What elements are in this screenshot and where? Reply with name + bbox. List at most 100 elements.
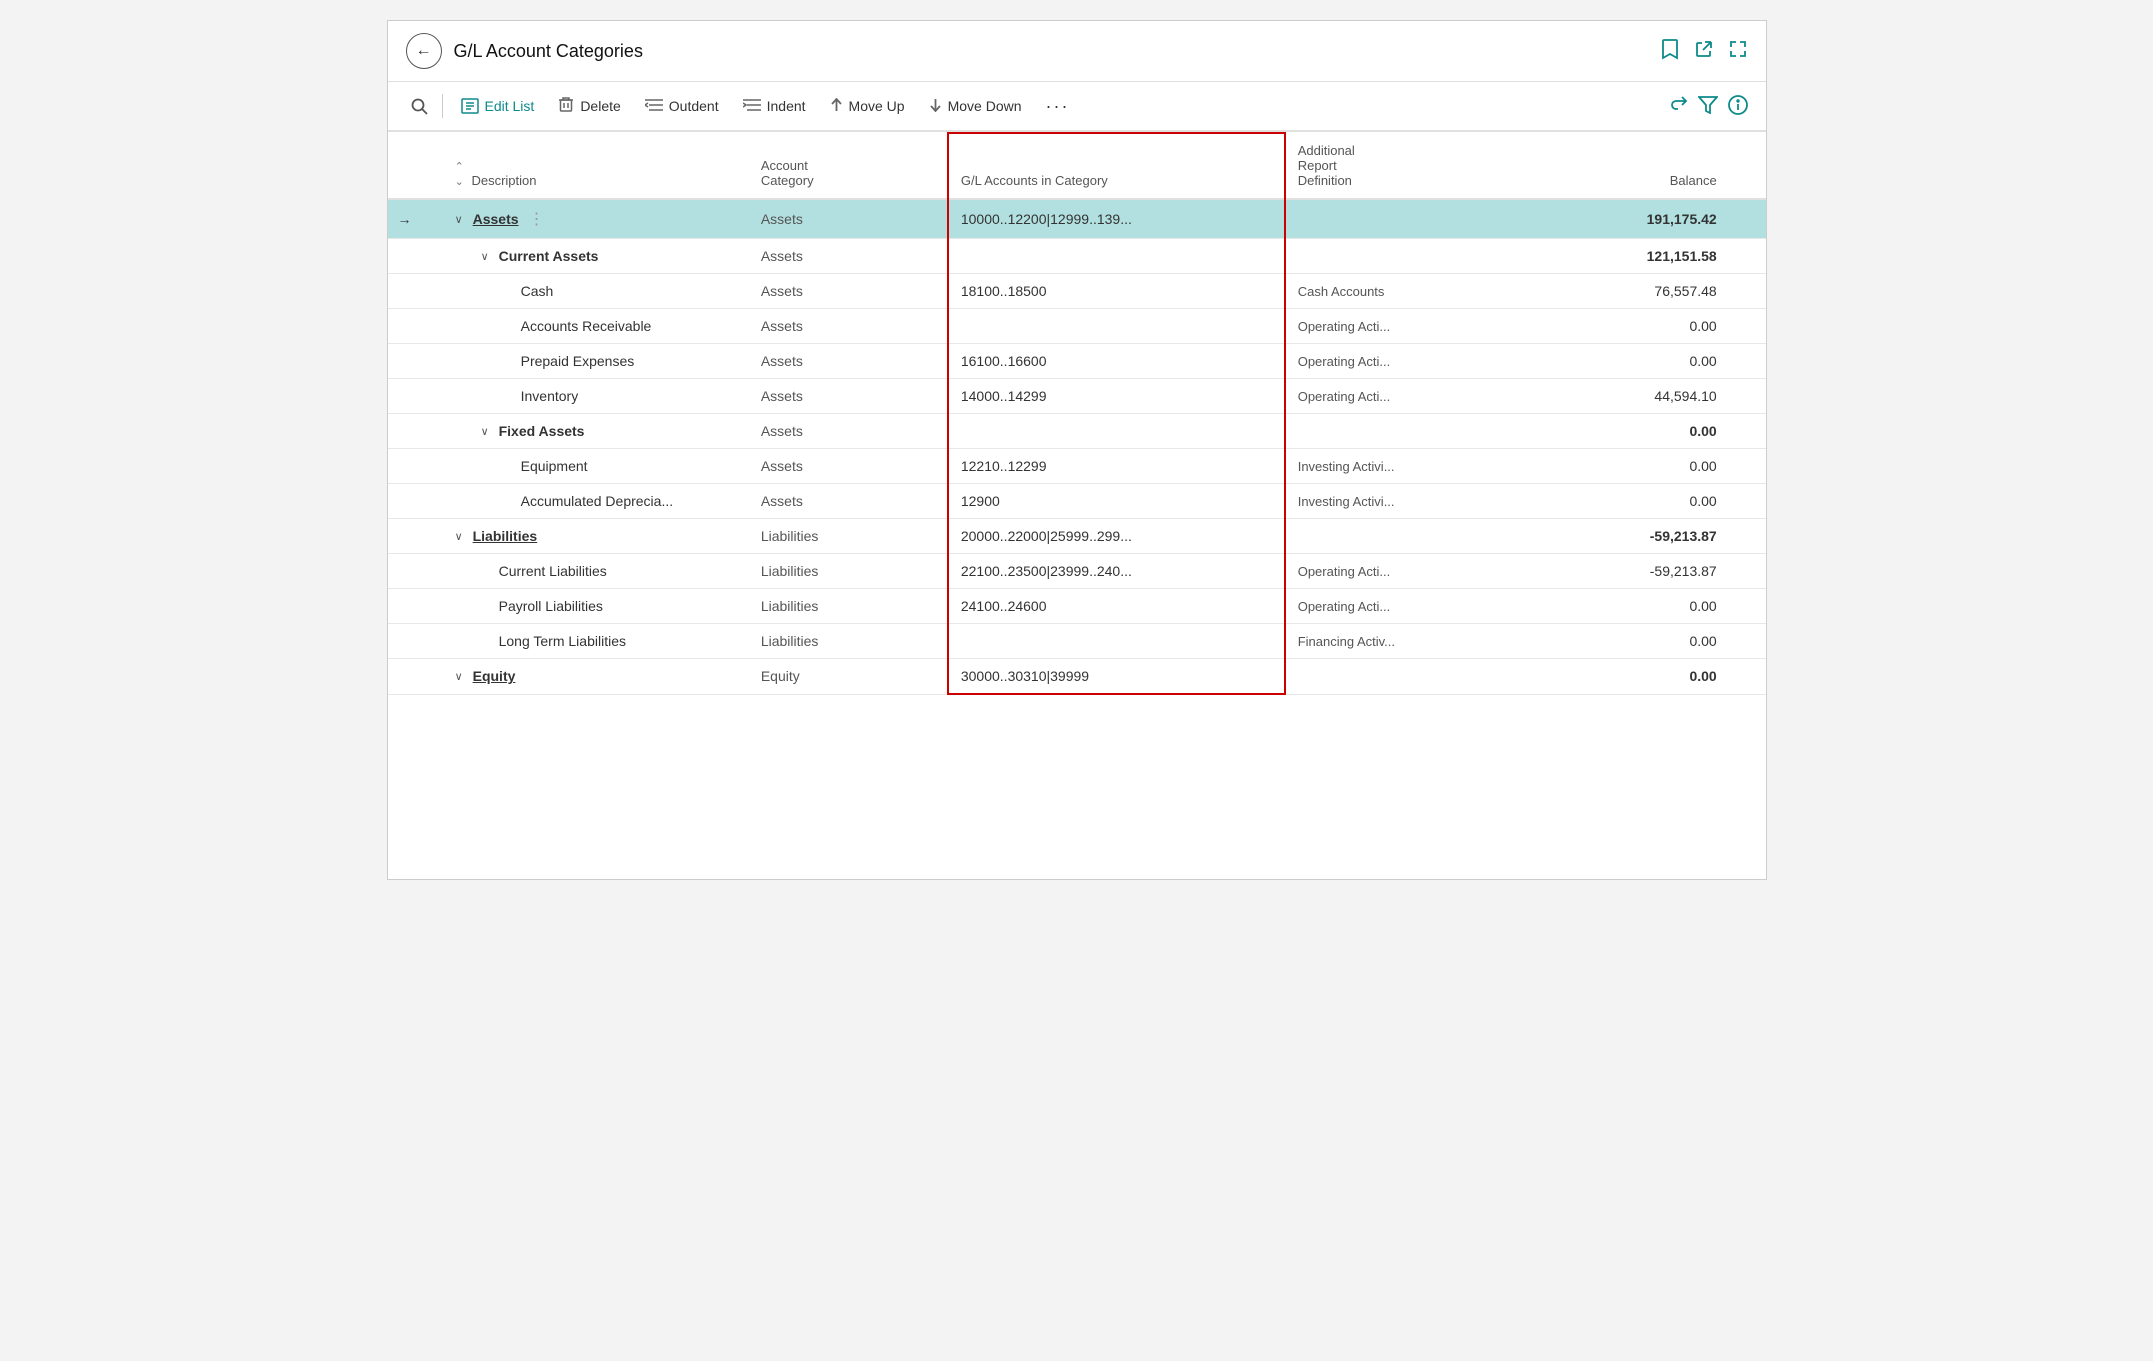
edit-list-button[interactable]: Edit List <box>451 92 545 120</box>
row-gl-accounts: 12210..12299 <box>948 449 1285 484</box>
table-row[interactable]: InventoryAssets14000..14299Operating Act… <box>388 379 1766 414</box>
row-additional-report: Operating Acti... <box>1285 589 1530 624</box>
row-gl-accounts: 24100..24600 <box>948 589 1285 624</box>
row-balance: 0.00 <box>1530 449 1729 484</box>
outdent-button[interactable]: Outdent <box>635 92 729 121</box>
table-row[interactable]: →∨Assets⋮Assets10000..12200|12999..139..… <box>388 199 1766 239</box>
table-row[interactable]: ∨LiabilitiesLiabilities20000..22000|2599… <box>388 519 1766 554</box>
row-balance: 0.00 <box>1530 344 1729 379</box>
row-additional-report <box>1285 659 1530 695</box>
row-account-category: Liabilities <box>749 624 948 659</box>
row-account-category: Liabilities <box>749 554 948 589</box>
row-balance: 121,151.58 <box>1530 239 1729 274</box>
row-additional-report: Operating Acti... <box>1285 309 1530 344</box>
chevron-icon[interactable]: ∨ <box>481 425 495 438</box>
scroll-spacer <box>1729 519 1766 554</box>
info-icon[interactable] <box>1728 95 1748 118</box>
table-row[interactable]: Current LiabilitiesLiabilities22100..235… <box>388 554 1766 589</box>
table-container[interactable]: ⌃⌄ Description AccountCategory G/L Accou… <box>388 132 1766 879</box>
scroll-spacer <box>1729 624 1766 659</box>
scroll-spacer <box>1729 199 1766 239</box>
description-text: Assets <box>473 211 519 227</box>
indent-button[interactable]: Indent <box>733 92 816 121</box>
table-row[interactable]: ∨EquityEquity30000..30310|399990.00 <box>388 659 1766 695</box>
external-link-icon[interactable] <box>1694 39 1714 64</box>
row-account-category: Assets <box>749 239 948 274</box>
indent-label: Indent <box>767 98 806 114</box>
row-additional-report: Cash Accounts <box>1285 274 1530 309</box>
row-balance: 0.00 <box>1530 414 1729 449</box>
table-row[interactable]: ∨Fixed AssetsAssets0.00 <box>388 414 1766 449</box>
row-arrow <box>388 449 443 484</box>
scroll-spacer <box>1729 414 1766 449</box>
row-gl-accounts: 16100..16600 <box>948 344 1285 379</box>
row-arrow <box>388 519 443 554</box>
move-up-button[interactable]: Move Up <box>820 92 915 121</box>
table-row[interactable]: Accumulated Deprecia...Assets12900Invest… <box>388 484 1766 519</box>
scroll-spacer <box>1729 309 1766 344</box>
row-arrow <box>388 379 443 414</box>
col-description-header[interactable]: ⌃⌄ Description <box>443 133 749 199</box>
row-account-category: Assets <box>749 274 948 309</box>
move-up-icon <box>830 98 843 115</box>
drag-handle[interactable]: ⋮ <box>529 209 545 229</box>
table-row[interactable]: Accounts ReceivableAssetsOperating Acti.… <box>388 309 1766 344</box>
more-button[interactable]: ··· <box>1036 91 1080 121</box>
search-button[interactable] <box>406 92 434 120</box>
delete-label: Delete <box>580 98 620 114</box>
scroll-spacer <box>1729 239 1766 274</box>
row-additional-report: Operating Acti... <box>1285 344 1530 379</box>
outdent-icon <box>645 98 663 115</box>
row-balance: 0.00 <box>1530 309 1729 344</box>
row-balance: 0.00 <box>1530 484 1729 519</box>
main-window: ← G/L Account Categories <box>387 20 1767 880</box>
row-description: Prepaid Expenses <box>443 344 749 379</box>
move-down-button[interactable]: Move Down <box>919 92 1032 121</box>
table-row[interactable]: CashAssets18100..18500Cash Accounts76,55… <box>388 274 1766 309</box>
scroll-spacer <box>1729 659 1766 695</box>
outdent-label: Outdent <box>669 98 719 114</box>
row-balance: 0.00 <box>1530 659 1729 695</box>
chevron-icon[interactable]: ∨ <box>455 530 469 543</box>
scroll-spacer <box>1729 274 1766 309</box>
row-arrow <box>388 624 443 659</box>
bookmark-icon[interactable] <box>1660 38 1680 65</box>
table-row[interactable]: EquipmentAssets12210..12299Investing Act… <box>388 449 1766 484</box>
chevron-icon[interactable]: ∨ <box>455 213 469 226</box>
back-button[interactable]: ← <box>406 33 442 69</box>
col-balance-header: Balance <box>1530 133 1729 199</box>
delete-button[interactable]: Delete <box>548 90 630 122</box>
row-gl-accounts: 20000..22000|25999..299... <box>948 519 1285 554</box>
row-account-category: Liabilities <box>749 589 948 624</box>
sort-icon: ⌃⌄ <box>455 161 464 188</box>
chevron-icon[interactable]: ∨ <box>481 250 495 263</box>
row-additional-report: Operating Acti... <box>1285 554 1530 589</box>
edit-list-icon <box>461 98 479 114</box>
row-account-category: Assets <box>749 199 948 239</box>
table-header-row: ⌃⌄ Description AccountCategory G/L Accou… <box>388 133 1766 199</box>
description-text: Equity <box>473 668 516 684</box>
row-arrow <box>388 659 443 695</box>
page-title: G/L Account Categories <box>454 41 1648 62</box>
table-row[interactable]: Long Term LiabilitiesLiabilitiesFinancin… <box>388 624 1766 659</box>
separator-1 <box>442 94 443 118</box>
scroll-spacer <box>1729 449 1766 484</box>
scroll-spacer <box>1729 589 1766 624</box>
row-account-category: Assets <box>749 344 948 379</box>
table-row[interactable]: Prepaid ExpensesAssets16100..16600Operat… <box>388 344 1766 379</box>
row-balance: -59,213.87 <box>1530 554 1729 589</box>
row-description: ∨Current Assets <box>443 239 749 274</box>
move-up-label: Move Up <box>849 98 905 114</box>
table-row[interactable]: ∨Current AssetsAssets 121,151.58 <box>388 239 1766 274</box>
chevron-icon[interactable]: ∨ <box>455 670 469 683</box>
row-arrow <box>388 484 443 519</box>
filter-icon[interactable] <box>1698 96 1718 117</box>
table-row[interactable]: Payroll LiabilitiesLiabilities24100..246… <box>388 589 1766 624</box>
expand-icon[interactable] <box>1728 39 1748 64</box>
row-account-category: Assets <box>749 309 948 344</box>
description-text: Accumulated Deprecia... <box>521 493 674 509</box>
row-additional-report <box>1285 239 1530 274</box>
share-icon[interactable] <box>1668 95 1688 118</box>
description-text: Inventory <box>521 388 579 404</box>
row-gl-accounts <box>948 239 1285 274</box>
